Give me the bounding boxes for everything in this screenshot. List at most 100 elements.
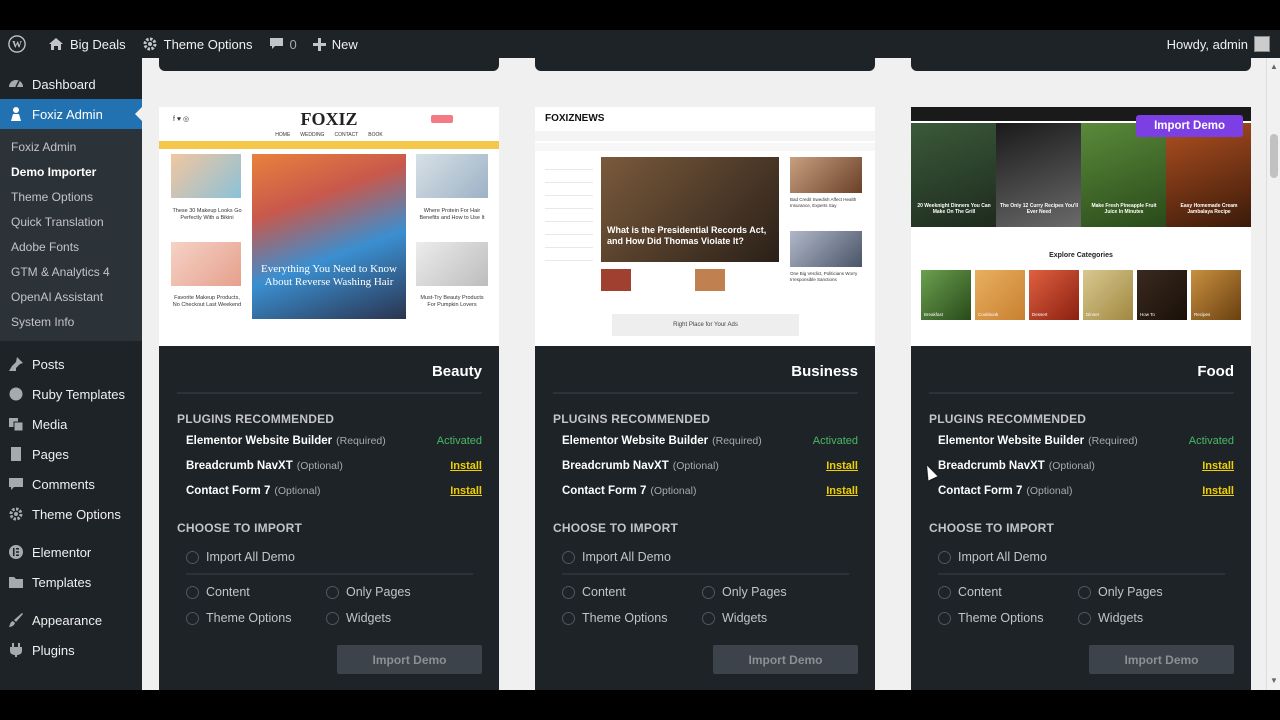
gear-icon	[8, 506, 24, 522]
category-label: Recipes	[1194, 312, 1211, 317]
plugin-tag: (Optional)	[650, 485, 697, 497]
install-link[interactable]: Install	[826, 485, 858, 497]
plugin-name: Breadcrumb NavXT	[938, 460, 1045, 472]
plugin-tag: (Optional)	[1048, 460, 1095, 472]
submenu-system-info[interactable]: System Info	[0, 310, 142, 335]
scroll-down-arrow-icon[interactable]: ▼	[1270, 676, 1278, 685]
submenu-adobe-fonts[interactable]: Adobe Fonts	[0, 235, 142, 260]
plugin-tag: (Optional)	[274, 485, 321, 497]
install-link[interactable]: Install	[1202, 460, 1234, 472]
radio-content[interactable]: Content	[562, 585, 626, 599]
menu-posts[interactable]: Posts	[0, 349, 142, 379]
radio-import-all[interactable]: Import All Demo	[938, 550, 1047, 564]
radio-theme-options[interactable]: Theme Options	[562, 611, 667, 625]
new-content-link[interactable]: New	[305, 30, 366, 58]
site-name-link[interactable]: Big Deals	[40, 30, 134, 58]
main-content: f ♥ ◎ FOXIZ HOME WEDDING CONTACT BOOK Th…	[142, 58, 1266, 690]
radio-theme-options[interactable]: Theme Options	[186, 611, 291, 625]
menu-templates[interactable]: Templates	[0, 567, 142, 597]
import-demo-button[interactable]: Import Demo	[337, 645, 482, 674]
brush-icon	[8, 612, 24, 628]
plugin-tag: (Optional)	[296, 460, 343, 472]
install-link[interactable]: Install	[450, 485, 482, 497]
scroll-up-arrow-icon[interactable]: ▲	[1270, 62, 1278, 71]
plus-icon	[312, 37, 326, 51]
menu-plugins[interactable]: Plugins	[0, 635, 142, 665]
demo-preview-business[interactable]: FOXIZNEWS What is the Presidential Recor…	[535, 107, 875, 346]
elementor-icon	[8, 544, 24, 560]
plug-icon	[8, 642, 24, 658]
menu-ruby-templates[interactable]: Ruby Templates	[0, 379, 142, 409]
import-demo-button[interactable]: Import Demo	[1089, 645, 1234, 674]
preview-thumb	[695, 269, 725, 291]
preview-hero-title: Everything You Need to Know About Revers…	[261, 263, 397, 289]
preview-thumb	[416, 242, 488, 286]
menu-label: Elementor	[32, 544, 92, 560]
submenu-quick-translation[interactable]: Quick Translation	[0, 210, 142, 235]
radio-import-all[interactable]: Import All Demo	[562, 550, 671, 564]
theme-options-link[interactable]: Theme Options	[134, 30, 261, 58]
menu-foxiz-admin[interactable]: Foxiz Admin	[0, 99, 142, 129]
radio-import-all[interactable]: Import All Demo	[186, 550, 295, 564]
menu-media[interactable]: Media	[0, 409, 142, 439]
submenu-theme-options[interactable]: Theme Options	[0, 185, 142, 210]
radio-only-pages[interactable]: Only Pages	[702, 585, 787, 599]
submenu-demo-importer[interactable]: Demo Importer	[0, 160, 142, 185]
menu-appearance[interactable]: Appearance	[0, 605, 142, 635]
install-link[interactable]: Install	[1202, 485, 1234, 497]
comments-link[interactable]: 0	[261, 30, 305, 58]
avatar	[1254, 36, 1270, 52]
radio-only-pages[interactable]: Only Pages	[326, 585, 411, 599]
preview-thumb	[601, 269, 631, 291]
menu-elementor[interactable]: Elementor	[0, 537, 142, 567]
menu-pages[interactable]: Pages	[0, 439, 142, 469]
menu-label: Media	[32, 416, 68, 432]
radio-widgets[interactable]: Widgets	[702, 611, 767, 625]
howdy-text: Howdy, admin	[1166, 36, 1248, 52]
plugin-name: Elementor Website Builder	[938, 435, 1085, 447]
import-demo-button[interactable]: Import Demo	[713, 645, 858, 674]
demo-card-beauty: f ♥ ◎ FOXIZ HOME WEDDING CONTACT BOOK Th…	[159, 107, 499, 690]
import-demo-overlay-button[interactable]: Import Demo	[1136, 115, 1243, 137]
menu-dashboard[interactable]: Dashboard	[0, 69, 142, 99]
radio-widgets[interactable]: Widgets	[326, 611, 391, 625]
menu-label: Dashboard	[32, 76, 96, 92]
choose-import-heading: CHOOSE TO IMPORT	[553, 521, 678, 535]
preview-thumb	[790, 231, 862, 267]
page-scrollbar[interactable]: ▲ ▼	[1266, 58, 1280, 690]
radio-content[interactable]: Content	[186, 585, 250, 599]
plugin-name: Contact Form 7	[562, 485, 647, 497]
radio-label: Theme Options	[582, 611, 668, 625]
menu-label: Posts	[32, 356, 65, 372]
wordpress-logo[interactable]: W	[0, 30, 40, 58]
radio-only-pages[interactable]: Only Pages	[1078, 585, 1163, 599]
my-account[interactable]: Howdy, admin	[1167, 36, 1280, 52]
scrollbar-thumb[interactable]	[1270, 134, 1278, 178]
radio-theme-options[interactable]: Theme Options	[938, 611, 1043, 625]
submenu-openai-assistant[interactable]: OpenAI Assistant	[0, 285, 142, 310]
demo-preview-beauty[interactable]: f ♥ ◎ FOXIZ HOME WEDDING CONTACT BOOK Th…	[159, 107, 499, 346]
preview-nav	[535, 131, 875, 141]
radio-widgets[interactable]: Widgets	[1078, 611, 1143, 625]
plugin-row: Elementor Website Builder (Required) Act…	[562, 435, 858, 447]
preview-category: Breakfast	[921, 270, 971, 320]
demo-preview-food[interactable]: 20 Weeknight Dinners You Can Make On The…	[911, 107, 1251, 346]
radio-label: Widgets	[346, 611, 392, 625]
menu-label: Plugins	[32, 642, 75, 658]
menu-label: Appearance	[32, 612, 103, 628]
submenu-gtm-analytics[interactable]: GTM & Analytics 4	[0, 260, 142, 285]
preview-list	[545, 157, 593, 267]
divider	[177, 392, 482, 394]
comment-icon	[269, 38, 283, 49]
radio-label: Only Pages	[1098, 585, 1163, 599]
install-link[interactable]: Install	[450, 460, 482, 472]
plugins-heading: PLUGINS RECOMMENDED	[553, 412, 711, 426]
plugin-row: Elementor Website Builder (Required) Act…	[186, 435, 482, 447]
install-link[interactable]: Install	[826, 460, 858, 472]
category-label: Dinner	[1086, 312, 1100, 317]
radio-content[interactable]: Content	[938, 585, 1002, 599]
submenu-foxiz-admin[interactable]: Foxiz Admin	[0, 135, 142, 160]
menu-theme-options[interactable]: Theme Options	[0, 499, 142, 529]
admin-sidebar: Dashboard Foxiz Admin Foxiz Admin Demo I…	[0, 58, 142, 690]
menu-comments[interactable]: Comments	[0, 469, 142, 499]
